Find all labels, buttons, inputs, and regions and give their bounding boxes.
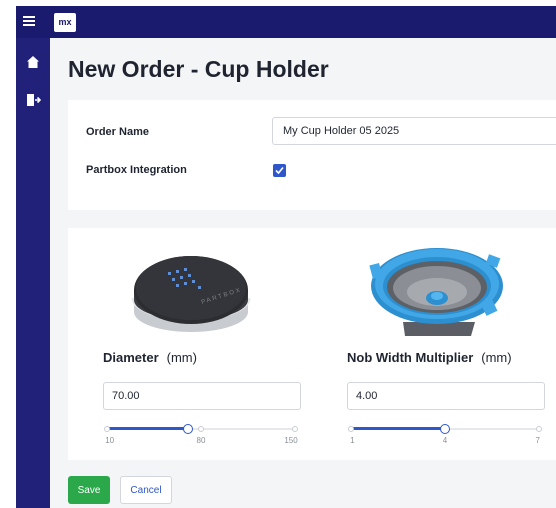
nob-width-slider-min-label: 1 bbox=[350, 436, 355, 445]
diameter-slider-mid-dot bbox=[198, 426, 204, 432]
partbox-integration-label: Partbox Integration bbox=[86, 164, 187, 176]
sidebar bbox=[16, 38, 50, 508]
diameter-slider-min-dot bbox=[104, 426, 110, 432]
order-name-label: Order Name bbox=[86, 126, 149, 138]
diameter-slider-min-label: 10 bbox=[105, 436, 115, 445]
nob-width-slider-max-dot bbox=[536, 426, 542, 432]
cup-holder-base-image: PARTBOX bbox=[131, 256, 251, 332]
left-edge bbox=[0, 0, 16, 508]
nob-width-slider-min-dot bbox=[348, 426, 354, 432]
app-logo[interactable]: mx bbox=[54, 13, 76, 32]
sign-out-icon[interactable] bbox=[25, 92, 42, 108]
diameter-parameter: PARTBOX Diameter(mm) 10 80 150 bbox=[103, 228, 323, 460]
diameter-input[interactable] bbox=[103, 382, 301, 410]
top-navbar: mx bbox=[16, 6, 556, 38]
save-button[interactable]: Save bbox=[68, 476, 110, 504]
hamburger-menu-icon[interactable] bbox=[21, 13, 37, 29]
home-icon[interactable] bbox=[25, 54, 41, 70]
diameter-label: Diameter (mm) bbox=[103, 350, 197, 365]
nob-width-parameter: Nob Width Multiplier(mm) 1 4 7 bbox=[347, 228, 556, 460]
main-content: New Order - Cup Holder Order Name Partbo… bbox=[50, 38, 556, 508]
cup-holder-insert-image bbox=[369, 248, 503, 336]
nob-width-slider-fill bbox=[351, 427, 445, 430]
diameter-slider-max-dot bbox=[292, 426, 298, 432]
page-title: New Order - Cup Holder bbox=[68, 56, 329, 82]
nob-width-slider-handle[interactable] bbox=[440, 424, 450, 434]
order-details-card: Order Name Partbox Integration bbox=[68, 100, 556, 210]
nob-width-slider-max-label: 7 bbox=[535, 436, 540, 445]
cancel-button[interactable]: Cancel bbox=[120, 476, 172, 504]
diameter-slider-max-label: 150 bbox=[284, 436, 298, 445]
diameter-slider-handle[interactable] bbox=[182, 424, 193, 434]
diameter-slider-mid-label: 80 bbox=[196, 436, 206, 445]
diameter-slider-fill bbox=[107, 427, 188, 430]
diameter-slider[interactable]: 10 80 150 bbox=[104, 424, 298, 446]
nob-width-slider-mid-label: 4 bbox=[442, 436, 448, 445]
nob-width-input[interactable] bbox=[347, 382, 545, 410]
checkmark-icon bbox=[275, 166, 284, 175]
nob-width-slider[interactable]: 1 4 7 bbox=[348, 424, 542, 446]
nob-width-label: Nob Width Multiplier (mm) bbox=[347, 350, 512, 365]
order-name-input[interactable] bbox=[272, 117, 556, 145]
partbox-integration-checkbox[interactable] bbox=[273, 164, 286, 177]
parameters-card: PARTBOX Diameter(mm) 10 80 150 bbox=[68, 228, 556, 460]
